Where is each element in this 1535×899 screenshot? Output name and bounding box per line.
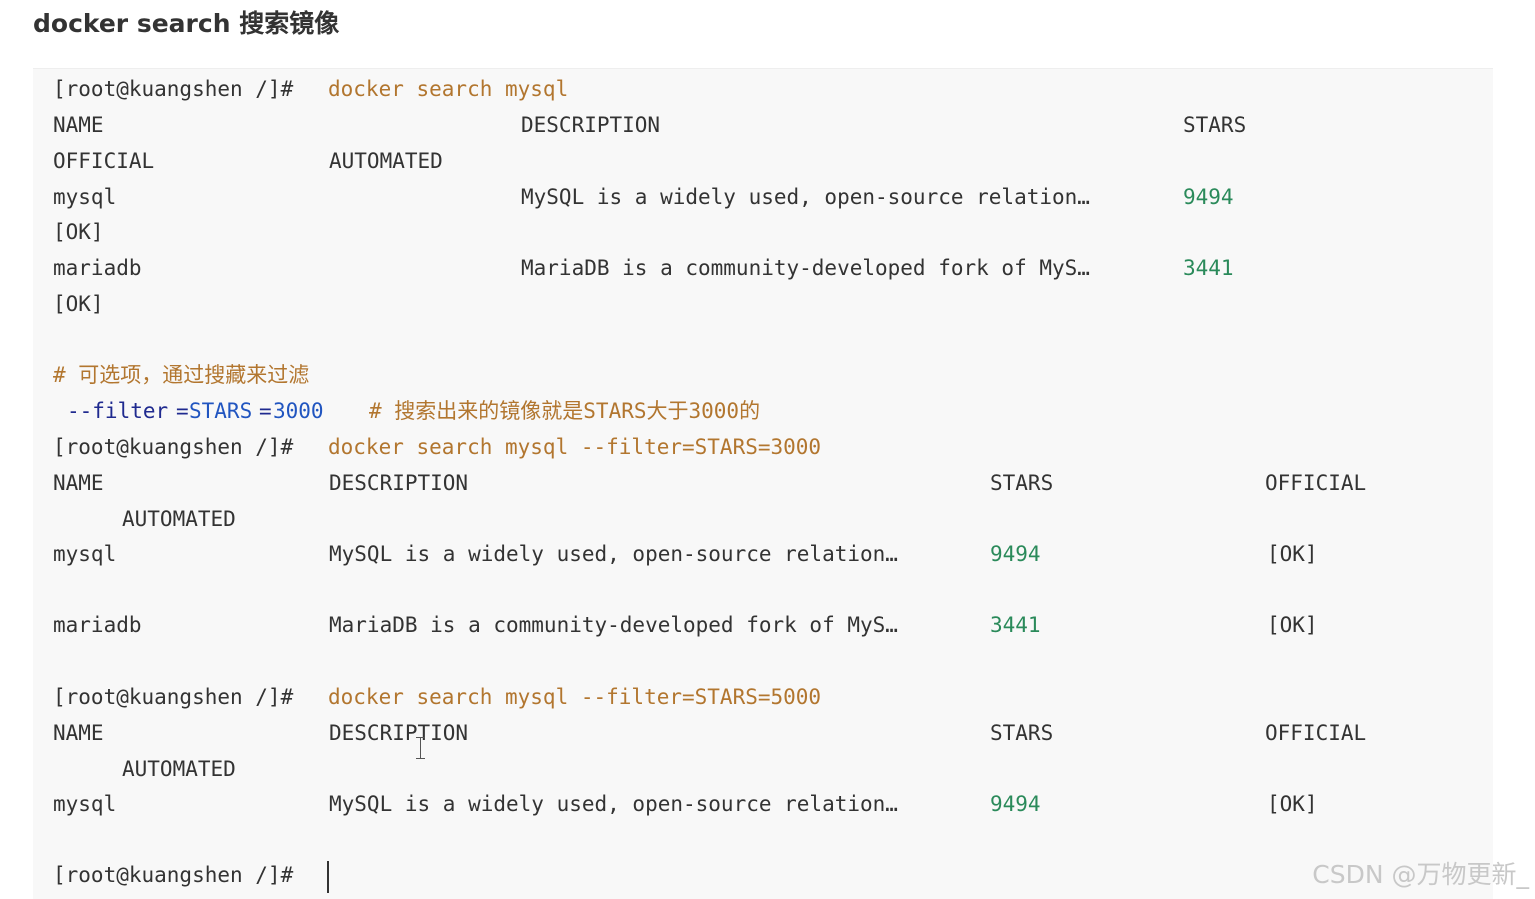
result-official: [OK] — [53, 220, 104, 244]
column-header-stars: STARS — [1183, 113, 1247, 137]
column-header-automated: AUTOMATED — [122, 757, 236, 781]
watermark: CSDN @万物更新_ — [1312, 860, 1529, 889]
result-name: mariadb — [53, 256, 142, 280]
shell-command: docker search mysql --filter=STARS=5000 — [328, 685, 822, 709]
shell-command: docker search mysql --filter=STARS=3000 — [328, 435, 822, 459]
column-header-description: DESCRIPTION — [329, 471, 469, 495]
code-comment: # 可选项，通过搜藏来过滤 — [53, 363, 310, 387]
text-cursor-icon — [416, 737, 425, 759]
result-description: MySQL is a widely used, open-source rela… — [521, 185, 1090, 209]
result-stars: 9494 — [990, 542, 1041, 566]
result-official: [OK] — [1267, 542, 1318, 566]
filter-option-key: STARS — [189, 399, 253, 423]
result-official: [OK] — [1267, 792, 1318, 816]
result-name: mysql — [53, 185, 117, 209]
column-header-name: NAME — [53, 721, 104, 745]
shell-prompt: [root@kuangshen /]# — [53, 863, 306, 887]
result-stars: 9494 — [990, 792, 1041, 816]
result-name: mysql — [53, 792, 117, 816]
result-name: mysql — [53, 542, 117, 566]
result-description: MariaDB is a community-developed fork of… — [329, 613, 898, 637]
column-header-official: OFFICIAL — [1265, 721, 1367, 745]
result-official: [OK] — [1267, 613, 1318, 637]
result-stars: 3441 — [1183, 256, 1234, 280]
column-header-automated: AUTOMATED — [122, 507, 236, 531]
section-heading: docker search 搜索镜像 — [33, 9, 340, 38]
result-description: MariaDB is a community-developed fork of… — [521, 256, 1090, 280]
result-stars: 9494 — [1183, 185, 1234, 209]
column-header-stars: STARS — [990, 471, 1054, 495]
shell-prompt: [root@kuangshen /]# — [53, 77, 306, 101]
column-header-name: NAME — [53, 471, 104, 495]
shell-prompt: [root@kuangshen /]# — [53, 435, 306, 459]
column-header-official: OFFICIAL — [1265, 471, 1367, 495]
result-stars: 3441 — [990, 613, 1041, 637]
text-caret — [327, 861, 329, 893]
column-header-description: DESCRIPTION — [329, 721, 469, 745]
result-official: [OK] — [53, 292, 104, 316]
column-header-stars: STARS — [990, 721, 1054, 745]
filter-option-equals: = — [259, 399, 272, 423]
column-header-official: OFFICIAL — [53, 149, 155, 173]
result-name: mariadb — [53, 613, 142, 637]
code-block[interactable]: [root@kuangshen /]# docker search mysql … — [33, 68, 1493, 899]
column-header-name: NAME — [53, 113, 104, 137]
inline-comment: # 搜索出来的镜像就是STARS大于3000的 — [369, 399, 761, 423]
column-header-automated: AUTOMATED — [329, 149, 443, 173]
result-description: MySQL is a widely used, open-source rela… — [329, 542, 898, 566]
shell-command: docker search mysql — [328, 77, 569, 101]
filter-option-flag: --filter — [67, 399, 169, 423]
column-header-description: DESCRIPTION — [521, 113, 661, 137]
result-description: MySQL is a widely used, open-source rela… — [329, 792, 898, 816]
filter-option-value: 3000 — [273, 399, 324, 423]
shell-prompt: [root@kuangshen /]# — [53, 685, 306, 709]
filter-option-equals: = — [176, 399, 189, 423]
